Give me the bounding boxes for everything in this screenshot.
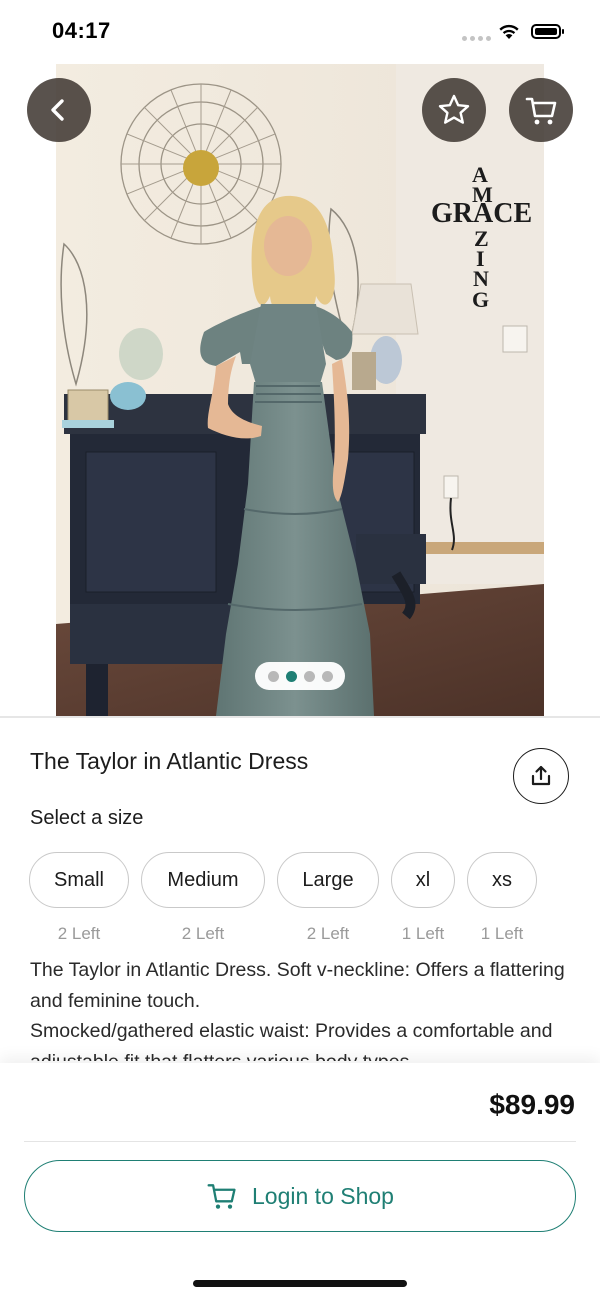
pager-dot[interactable]: [303, 670, 315, 682]
share-icon: [531, 765, 551, 786]
select-size-label: Select a size: [30, 807, 144, 829]
size-stock-xl: 1 Left: [401, 924, 445, 943]
product-price: $89.99: [489, 1089, 575, 1120]
size-stock-small: 2 Left: [57, 924, 101, 943]
favorite-button[interactable]: [422, 78, 486, 142]
star-icon: [438, 94, 470, 124]
product-description: The Taylor in Atlantic Dress. Soft v-nec…: [30, 959, 565, 1061]
status-time: 04:17: [52, 18, 111, 43]
size-option-medium[interactable]: Medium: [141, 852, 265, 908]
purchase-panel: $89.99 Login to Shop: [0, 1063, 600, 1299]
login-to-shop-button[interactable]: Login to Shop: [24, 1160, 576, 1232]
size-option-small[interactable]: Small: [29, 852, 129, 908]
size-stock-xs: 1 Left: [480, 924, 524, 943]
wall-letter: M: [472, 182, 493, 207]
product-photo: GRACE A M Z I N G: [56, 64, 544, 716]
product-title: The Taylor in Atlantic Dress: [30, 748, 309, 774]
size-stock-large: 2 Left: [306, 924, 350, 943]
wifi-icon: [499, 24, 519, 39]
size-option-xl[interactable]: xl: [391, 852, 455, 908]
login-to-shop-label: Login to Shop: [252, 1182, 394, 1209]
signal-dots-icon: [462, 36, 491, 41]
wall-letter: G: [472, 287, 489, 312]
cart-icon: [207, 1184, 236, 1209]
pager-dot[interactable]: [321, 670, 333, 682]
chevron-left-icon: [51, 99, 64, 121]
size-option-large[interactable]: Large: [277, 852, 379, 908]
home-indicator[interactable]: [193, 1280, 407, 1287]
size-stock-medium: 2 Left: [181, 924, 225, 943]
pager-dot-active[interactable]: [285, 670, 297, 682]
status-bar: 04:17: [0, 0, 600, 64]
size-option-xs[interactable]: xs: [467, 852, 537, 908]
share-button[interactable]: [513, 748, 569, 804]
product-image-carousel[interactable]: GRACE A M Z I N G: [0, 64, 600, 716]
divider: [24, 1141, 576, 1142]
cart-button[interactable]: [509, 78, 573, 142]
back-button[interactable]: [27, 78, 91, 142]
battery-icon: [531, 24, 564, 39]
pager-dot[interactable]: [267, 670, 279, 682]
cart-icon: [525, 97, 557, 125]
image-pager[interactable]: [255, 662, 345, 690]
divider: [0, 716, 600, 718]
